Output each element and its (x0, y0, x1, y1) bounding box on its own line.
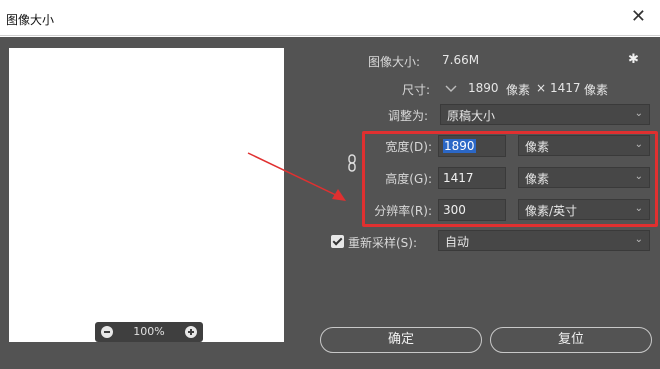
width-unit-select[interactable]: 像素 ⌄ (518, 135, 650, 156)
resolution-unit-select[interactable]: 像素/英寸 ⌄ (518, 199, 650, 220)
close-icon[interactable]: ✕ (631, 7, 646, 27)
dimensions-times: × (536, 81, 547, 95)
width-input[interactable]: 1890 (438, 135, 506, 157)
fit-to-select[interactable]: 原稿大小 ⌄ (440, 104, 650, 125)
height-unit-value: 像素 (525, 172, 550, 186)
resample-checkbox[interactable] (331, 235, 344, 248)
dimensions-height-unit: 像素 (584, 83, 609, 97)
height-label: 高度(G): (385, 172, 432, 186)
resolution-label: 分辨率(R): (374, 204, 432, 218)
resolution-value: 300 (443, 203, 466, 217)
image-size-label: 图像大小: (368, 55, 421, 69)
image-size-value: 7.66M (442, 53, 480, 67)
resample-select[interactable]: 自动 ⌄ (438, 230, 650, 251)
dimensions-dropdown-icon[interactable] (445, 83, 457, 93)
height-unit-select[interactable]: 像素 ⌄ (518, 167, 650, 188)
zoom-value: 100% (133, 325, 165, 338)
title-bar: 图像大小 ✕ (0, 0, 660, 36)
width-label: 宽度(D): (385, 140, 432, 154)
resolution-input[interactable]: 300 (438, 199, 506, 221)
chevron-down-icon: ⌄ (634, 139, 643, 150)
chevron-down-icon: ⌄ (634, 171, 643, 182)
window-title: 图像大小 (6, 13, 55, 27)
zoom-control: 100% (95, 322, 203, 342)
height-value: 1417 (443, 171, 474, 185)
reset-button[interactable]: 复位 (490, 327, 652, 353)
dimensions-width: 1890 (468, 81, 499, 95)
ok-button[interactable]: 确定 (320, 327, 482, 353)
resolution-unit-value: 像素/英寸 (525, 204, 578, 218)
resample-label: 重新采样(S): (348, 236, 418, 250)
height-input[interactable]: 1417 (438, 167, 506, 189)
dimensions-height: 1417 (550, 81, 581, 95)
dialog-panel: 100% 图像大小: 7.66M ✱ 尺寸: 1890 像素 × 1417 像素… (0, 37, 660, 369)
dimensions-width-unit: 像素 (506, 83, 531, 97)
fit-to-value: 原稿大小 (447, 109, 496, 123)
width-value: 1890 (443, 139, 476, 153)
gear-icon[interactable]: ✱ (628, 52, 639, 67)
annotation-arrow (247, 152, 346, 201)
chevron-down-icon: ⌄ (634, 108, 643, 119)
chevron-down-icon: ⌄ (634, 234, 643, 245)
zoom-out-icon[interactable] (101, 326, 113, 338)
width-unit-value: 像素 (525, 140, 550, 154)
chevron-down-icon: ⌄ (634, 203, 643, 214)
resample-value: 自动 (445, 235, 470, 249)
fit-to-label: 调整为: (388, 109, 429, 123)
zoom-in-icon[interactable] (185, 326, 197, 338)
dimensions-label: 尺寸: (402, 83, 431, 97)
